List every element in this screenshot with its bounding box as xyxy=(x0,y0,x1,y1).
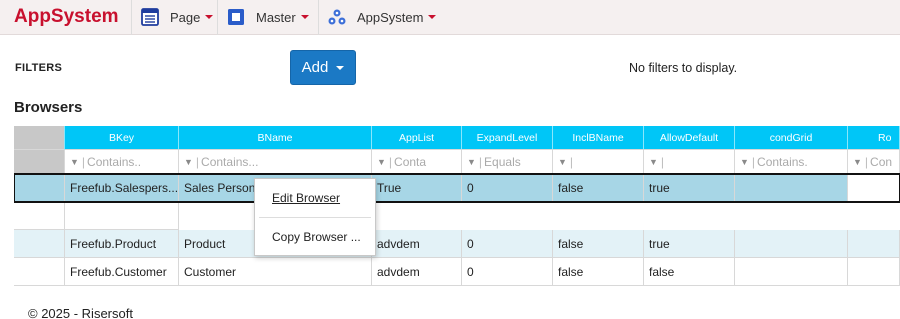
row-selector-header[interactable] xyxy=(14,126,65,150)
menu-item-label: Edit Browser xyxy=(272,191,341,205)
filter-input-applist[interactable]: Conta xyxy=(394,155,426,169)
cell-applist[interactable]: True xyxy=(372,174,462,202)
nav-master-menu[interactable]: Master xyxy=(218,0,319,35)
cell-ro[interactable] xyxy=(848,230,900,258)
cell-bkey[interactable]: Freefub.Customer xyxy=(65,258,179,286)
column-header-condgrid[interactable]: condGrid xyxy=(735,126,848,150)
cell-condgrid[interactable] xyxy=(735,230,848,258)
cell-bname[interactable]: Customer xyxy=(179,258,372,286)
cell-allowdefault[interactable]: true xyxy=(644,230,735,258)
nav-master-label: Master xyxy=(256,9,296,25)
filter-cell-allowdefault[interactable]: ▼ | xyxy=(644,150,735,174)
nav-appsystem-label: AppSystem xyxy=(357,9,424,25)
row-selector[interactable] xyxy=(14,258,65,286)
grid-filter-row: ▼ | Contains.. ▼ | Contains... ▼ | Conta ▼ | Equ… xyxy=(14,150,900,174)
cell-ro[interactable] xyxy=(848,258,900,286)
brand-logo[interactable]: AppSystem xyxy=(0,0,132,35)
menu-item-label: Copy Browser ... xyxy=(272,230,361,244)
filter-cell-condgrid[interactable]: ▼ | Contains. xyxy=(735,150,848,174)
filter-icon[interactable]: ▼ xyxy=(558,157,567,167)
chevron-down-icon xyxy=(300,15,309,19)
cell-bkey[interactable]: Freefub.Salespers... xyxy=(65,174,179,202)
filter-input-bname[interactable]: Contains... xyxy=(201,155,258,169)
cell-inclbname[interactable]: false xyxy=(553,258,644,286)
filters-heading: FILTERS xyxy=(15,62,63,74)
cell-expandlevel[interactable]: 0 xyxy=(462,258,553,286)
menu-item-copy-browser[interactable]: Copy Browser ... xyxy=(255,218,375,256)
cell-bkey[interactable]: Freefub.Product xyxy=(65,230,179,258)
cell-allowdefault[interactable]: true xyxy=(644,174,735,202)
filter-input-condgrid[interactable]: Contains. xyxy=(757,155,808,169)
row-context-menu: Edit Browser Copy Browser ... xyxy=(254,178,376,256)
column-header-applist[interactable]: AppList xyxy=(372,126,462,150)
filter-input-expandlevel[interactable]: Equals xyxy=(484,155,521,169)
cell-inclbname[interactable]: false xyxy=(553,230,644,258)
menu-item-edit-browser[interactable]: Edit Browser xyxy=(255,179,375,217)
column-header-ro[interactable]: Ro xyxy=(848,126,900,150)
nav-page-label: Page xyxy=(170,9,201,25)
cluster-icon xyxy=(327,7,347,27)
page-title: Browsers xyxy=(14,99,83,116)
chevron-down-icon xyxy=(336,65,345,70)
filter-input-bkey[interactable]: Contains.. xyxy=(87,155,141,169)
cell-expandlevel[interactable]: 0 xyxy=(462,230,553,258)
filter-icon[interactable]: ▼ xyxy=(377,157,386,167)
filter-icon[interactable]: ▼ xyxy=(853,157,862,167)
filter-icon[interactable]: ▼ xyxy=(649,157,658,167)
chevron-down-icon xyxy=(205,15,214,19)
browsers-grid: BKey BName AppList ExpandLevel InclBName… xyxy=(14,126,900,286)
filter-cell-applist[interactable]: ▼ | Conta xyxy=(372,150,462,174)
column-header-bname[interactable]: BName xyxy=(179,126,372,150)
filter-icon[interactable]: ▼ xyxy=(184,157,193,167)
column-header-allowdefault[interactable]: AllowDefault xyxy=(644,126,735,150)
row-selector[interactable] xyxy=(14,230,65,258)
filter-cell-expandlevel[interactable]: ▼ | Equals xyxy=(462,150,553,174)
filter-row-selector xyxy=(14,150,65,174)
grid-icon xyxy=(140,7,160,27)
filter-icon[interactable]: ▼ xyxy=(467,157,476,167)
cell-empty xyxy=(65,202,179,230)
add-button-label: Add xyxy=(301,59,329,76)
no-filters-message: No filters to display. xyxy=(629,61,738,75)
filter-cell-bkey[interactable]: ▼ | Contains.. xyxy=(65,150,179,174)
filter-cell-ro[interactable]: ▼ | Con xyxy=(848,150,900,174)
row-selector[interactable] xyxy=(14,202,65,230)
filter-icon[interactable]: ▼ xyxy=(70,157,79,167)
cell-allowdefault[interactable]: false xyxy=(644,258,735,286)
nav-page-menu[interactable]: Page xyxy=(132,0,218,35)
cell-condgrid[interactable] xyxy=(735,258,848,286)
row-selector[interactable] xyxy=(14,174,65,202)
table-row[interactable]: Freefub.Customer Customer advdem 0 false… xyxy=(14,258,900,286)
cell-ro[interactable] xyxy=(848,174,900,202)
column-header-inclbname[interactable]: InclBName xyxy=(553,126,644,150)
table-row-empty xyxy=(14,202,900,230)
column-header-bkey[interactable]: BKey xyxy=(65,126,179,150)
square-icon xyxy=(226,7,246,27)
cell-applist[interactable]: advdem xyxy=(372,258,462,286)
chevron-down-icon xyxy=(428,15,437,19)
filter-cell-inclbname[interactable]: ▼ | xyxy=(553,150,644,174)
filter-icon[interactable]: ▼ xyxy=(740,157,749,167)
cell-expandlevel[interactable]: 0 xyxy=(462,174,553,202)
table-row[interactable]: Freefub.Salespers... Sales Person True 0… xyxy=(14,173,900,203)
column-header-expandlevel[interactable]: ExpandLevel xyxy=(462,126,553,150)
table-row[interactable]: Freefub.Product Product advdem 0 false t… xyxy=(14,230,900,258)
nav-appsystem-menu[interactable]: AppSystem xyxy=(319,0,441,35)
grid-header-row: BKey BName AppList ExpandLevel InclBName… xyxy=(14,126,900,150)
cell-applist[interactable]: advdem xyxy=(372,230,462,258)
footer-copyright: © 2025 - Risersoft xyxy=(28,306,133,319)
add-button[interactable]: Add xyxy=(290,50,356,85)
navbar: AppSystem Page Master AppSystem xyxy=(0,0,900,35)
cell-inclbname[interactable]: false xyxy=(553,174,644,202)
cell-condgrid[interactable] xyxy=(735,174,848,202)
filter-input-ro[interactable]: Con xyxy=(870,155,892,169)
filter-cell-bname[interactable]: ▼ | Contains... xyxy=(179,150,372,174)
